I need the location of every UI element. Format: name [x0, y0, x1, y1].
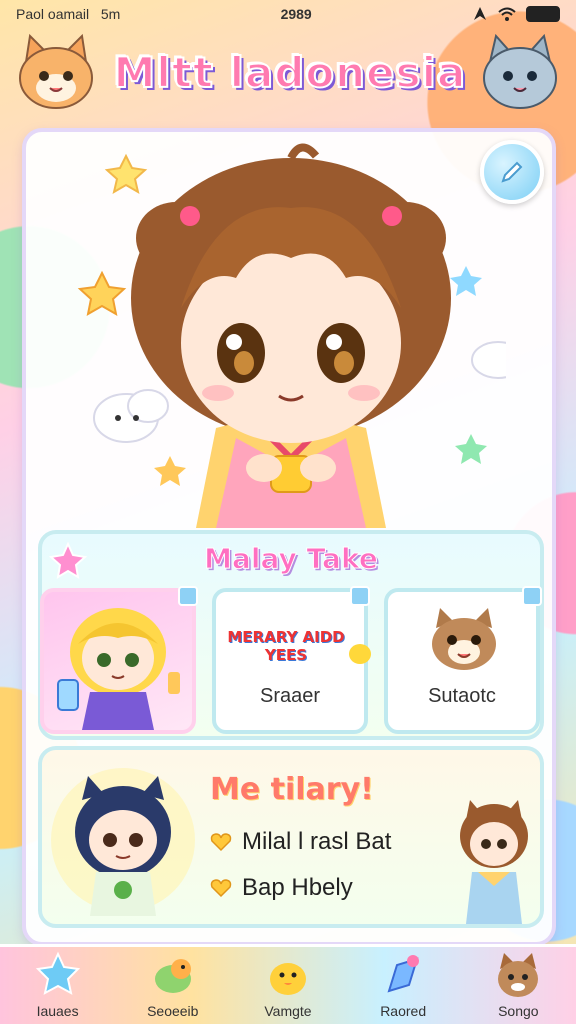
duck-icon — [269, 963, 306, 995]
wifi-icon — [498, 7, 516, 21]
orange-cat-mascot-icon — [19, 33, 93, 109]
location-icon — [474, 7, 486, 20]
card-corner-icon — [350, 586, 370, 606]
main-card: Malay Take MERARY AIDD YEES Sraaer Sutao… — [22, 128, 556, 946]
featured-card-2[interactable]: MERARY AIDD YEES Sraaer — [212, 586, 371, 734]
nav-label: Raored — [380, 1003, 427, 1019]
brown-cat-icon — [432, 608, 496, 670]
promo-title: Me tilary! — [210, 772, 374, 807]
card-logo-text: MERARY AIDD YEES — [227, 628, 345, 664]
heart-icon — [210, 879, 232, 898]
lemon-icon — [349, 644, 371, 664]
card-corner-icon — [522, 586, 542, 606]
heart-icon — [210, 833, 232, 852]
boy-character-illustration — [460, 800, 528, 924]
nav-item-home[interactable]: Iauaes — [8, 947, 108, 1024]
status-time: 2989 — [280, 6, 312, 22]
nav-item-3[interactable]: Vamgte — [238, 947, 338, 1024]
nav-item-5[interactable]: Songo — [468, 947, 568, 1024]
gem-icon — [387, 955, 420, 993]
status-icons — [472, 6, 560, 22]
nav-label: Songo — [498, 1003, 539, 1019]
status-carrier: 5m — [100, 6, 121, 22]
promo-item-2: Bap Hbely — [210, 874, 353, 902]
blonde-girl-illustration — [57, 608, 180, 730]
card-corner-icon — [178, 586, 198, 606]
gray-cat-mascot-icon — [483, 33, 557, 109]
nav-item-4[interactable]: Raored — [353, 947, 453, 1024]
dog-icon — [498, 953, 539, 997]
status-left: Paol oamail 5m — [16, 6, 120, 22]
promo-item-text: Milal l rasl Bat — [242, 828, 392, 855]
nav-label: Iauaes — [36, 1003, 79, 1019]
navy-hair-cat-girl-illustration — [51, 768, 195, 916]
promo-section[interactable]: Me tilary! Milal l rasl Bat Bap Hbely — [38, 746, 544, 928]
featured-section: Malay Take MERARY AIDD YEES Sraaer Sutao… — [38, 530, 544, 740]
chick-icon — [154, 959, 191, 993]
status-left-text: Paol oamail — [16, 6, 90, 22]
star-icon — [35, 951, 80, 995]
hero-character-illustration — [77, 143, 506, 528]
nav-item-2[interactable]: Seoeeib — [123, 947, 223, 1024]
card-label: Sutaotc — [428, 685, 496, 707]
card-label: Sraaer — [259, 685, 321, 707]
promo-item-text: Bap Hbely — [242, 874, 353, 901]
nav-label: Vamgte — [264, 1003, 312, 1019]
featured-card-3[interactable]: Sutaotc — [384, 586, 542, 734]
header: Mltt ladonesia — [0, 28, 576, 128]
featured-title: Malay Take — [204, 542, 379, 576]
nav-label: Seoeeib — [147, 1003, 199, 1019]
promo-item-1: Milal l rasl Bat — [210, 828, 391, 856]
battery-icon — [526, 6, 560, 22]
app-title: Mltt ladonesia — [113, 47, 467, 98]
bottom-nav: Iauaes Seoeeib Vamgte Raored Songo — [0, 944, 576, 1024]
featured-card-1[interactable] — [40, 586, 198, 734]
status-bar: Paol oamail 5m 2989 — [0, 0, 576, 28]
